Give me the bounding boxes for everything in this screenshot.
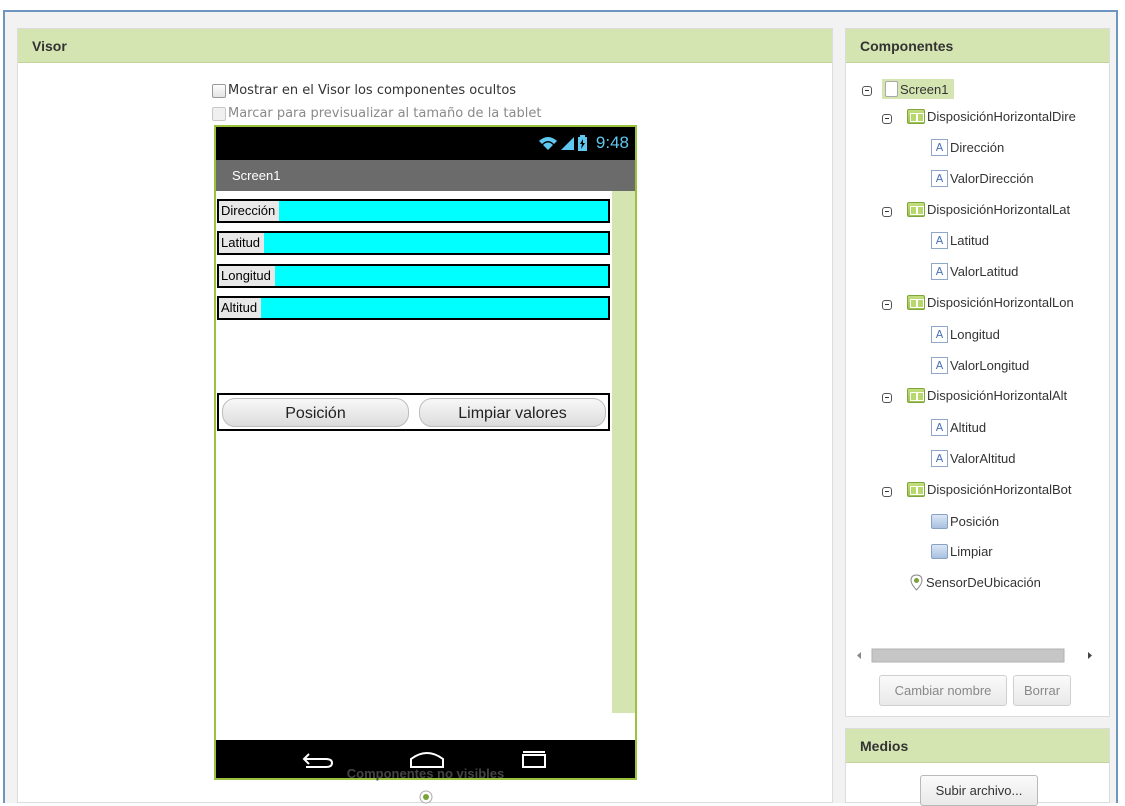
tree-item-latitud[interactable]: A Latitud	[931, 232, 989, 249]
tree-item-limpiar[interactable]: Limpiar	[931, 544, 993, 559]
buttons-row: Posición Limpiar valores	[217, 393, 610, 431]
horizontal-layout-icon	[907, 295, 925, 310]
tree-item-label: Posición	[950, 514, 1000, 529]
tree-item-label: DisposiciónHorizontalAlt	[927, 388, 1068, 403]
label-icon: A	[931, 326, 948, 343]
tree-item-label: SensorDeUbicación	[926, 575, 1041, 590]
delete-button[interactable]: Borrar	[1013, 675, 1071, 706]
address-label: Dirección	[219, 201, 280, 221]
status-bar: 9:48	[216, 127, 635, 160]
show-hidden-components-checkbox-row[interactable]: Mostrar en el Visor los componentes ocul…	[212, 83, 516, 98]
tree-item-label: ValorLongitud	[950, 358, 1030, 373]
tree-item-label: ValorLatitud	[950, 264, 1019, 279]
phone-preview: 9:48 Screen1 Dirección Latitud Longitud …	[214, 125, 637, 780]
tree-item-horizontal-direccion[interactable]: DisposiciónHorizontalDire	[907, 109, 1076, 124]
tree-item-horizontal-longitud[interactable]: DisposiciónHorizontalLon	[907, 295, 1074, 310]
collapse-toggle-longitud[interactable]	[882, 300, 892, 310]
tree-item-label: Limpiar	[950, 544, 993, 559]
longitude-label: Longitud	[219, 266, 275, 286]
screen-scroll-strip	[612, 191, 635, 713]
upload-file-button[interactable]: Subir archivo...	[920, 775, 1038, 806]
longitude-row[interactable]: Longitud	[217, 264, 610, 288]
scrollbar-graphic[interactable]	[852, 646, 1100, 665]
media-panel: Medios Subir archivo...	[845, 728, 1110, 806]
collapse-toggle-latitud[interactable]	[882, 207, 892, 217]
horizontal-layout-icon	[907, 202, 925, 217]
battery-icon	[577, 135, 587, 151]
horizontal-layout-icon	[907, 109, 925, 124]
tree-item-horizontal-altitud[interactable]: DisposiciónHorizontalAlt	[907, 388, 1067, 403]
tree-item-valor-direccion[interactable]: A ValorDirección	[931, 170, 1034, 187]
location-sensor-icon	[910, 574, 923, 591]
viewer-panel: Visor Mostrar en el Visor los componente…	[17, 28, 833, 804]
components-panel: Componentes Screen1 DisposiciónHorizonta…	[845, 28, 1110, 717]
tree-item-label: ValorAltitud	[950, 451, 1016, 466]
tree-item-horizontal-latitud[interactable]: DisposiciónHorizontalLat	[907, 202, 1070, 217]
components-horizontal-scrollbar[interactable]	[852, 646, 1100, 665]
tree-item-label: Screen1	[900, 81, 949, 97]
tree-item-label: Dirección	[950, 140, 1005, 155]
position-button[interactable]: Posición	[222, 398, 409, 427]
tree-item-label: Latitud	[950, 233, 990, 248]
tree-item-label: ValorDirección	[950, 171, 1034, 186]
label-icon: A	[931, 263, 948, 280]
show-hidden-checkbox[interactable]	[212, 83, 226, 98]
signal-icon	[560, 137, 574, 150]
horizontal-layout-icon	[907, 482, 925, 497]
button-icon	[931, 514, 948, 529]
tree-item-direccion[interactable]: A Dirección	[931, 139, 1004, 156]
tree-item-label: DisposiciónHorizontalBot	[927, 482, 1072, 497]
tree-item-label: DisposiciónHorizontalDire	[927, 109, 1076, 124]
tree-item-sensor-ubicacion[interactable]: SensorDeUbicación	[910, 574, 1041, 591]
tree-item-label: Altitud	[950, 420, 987, 435]
address-row[interactable]: Dirección	[217, 199, 610, 223]
label-icon: A	[931, 450, 948, 467]
viewer-header: Visor	[18, 29, 832, 63]
tree-item-altitud[interactable]: A Altitud	[931, 419, 986, 436]
collapse-toggle-altitud[interactable]	[882, 393, 892, 403]
media-header: Medios	[846, 729, 1109, 763]
clear-values-button[interactable]: Limpiar valores	[419, 398, 606, 427]
clock: 9:48	[595, 133, 629, 152]
tablet-preview-checkbox-row[interactable]: Marcar para previsualizar al tamaño de l…	[212, 106, 541, 121]
tablet-preview-checkbox[interactable]	[212, 106, 226, 121]
collapse-toggle-botones[interactable]	[882, 487, 892, 497]
altitude-row[interactable]: Altitud	[217, 296, 610, 320]
latitude-label: Latitud	[219, 233, 265, 253]
tablet-preview-label: Marcar para previsualizar al tamaño de l…	[228, 106, 542, 121]
collapse-toggle-direccion[interactable]	[882, 114, 892, 124]
components-header: Componentes	[846, 29, 1109, 63]
tree-item-label: DisposiciónHorizontalLat	[927, 202, 1071, 217]
label-icon: A	[931, 170, 948, 187]
latitude-row[interactable]: Latitud	[217, 231, 610, 255]
label-icon: A	[931, 139, 948, 156]
button-icon	[931, 544, 948, 559]
screen-title: Screen1	[216, 160, 635, 191]
nonvisible-components-label: Componentes no visibles	[346, 766, 505, 781]
tree-item-valor-altitud[interactable]: A ValorAltitud	[931, 450, 1016, 467]
tree-item-valor-longitud[interactable]: A ValorLongitud	[931, 357, 1029, 374]
label-icon: A	[931, 419, 948, 436]
collapse-toggle-screen1[interactable]	[862, 86, 872, 96]
show-hidden-label: Mostrar en el Visor los componentes ocul…	[228, 83, 517, 98]
altitude-label: Altitud	[219, 298, 262, 318]
tree-item-posicion[interactable]: Posición	[931, 514, 999, 529]
screen-icon	[885, 81, 898, 97]
tree-item-label: DisposiciónHorizontalLon	[927, 295, 1074, 310]
tree-item-valor-latitud[interactable]: A ValorLatitud	[931, 263, 1018, 280]
tree-item-longitud[interactable]: A Longitud	[931, 326, 1000, 343]
screen-content: Dirección Latitud Longitud Altitud Posic…	[216, 191, 612, 713]
label-icon: A	[931, 357, 948, 374]
rename-button[interactable]: Cambiar nombre	[879, 675, 1007, 706]
horizontal-layout-icon	[907, 388, 925, 403]
tree-item-screen1[interactable]: Screen1	[882, 79, 955, 99]
tree-item-horizontal-botones[interactable]: DisposiciónHorizontalBot	[907, 482, 1072, 497]
location-sensor-preview-icon[interactable]	[419, 790, 433, 804]
tree-item-label: Longitud	[950, 327, 1000, 342]
wifi-icon	[538, 137, 557, 150]
label-icon: A	[931, 232, 948, 249]
